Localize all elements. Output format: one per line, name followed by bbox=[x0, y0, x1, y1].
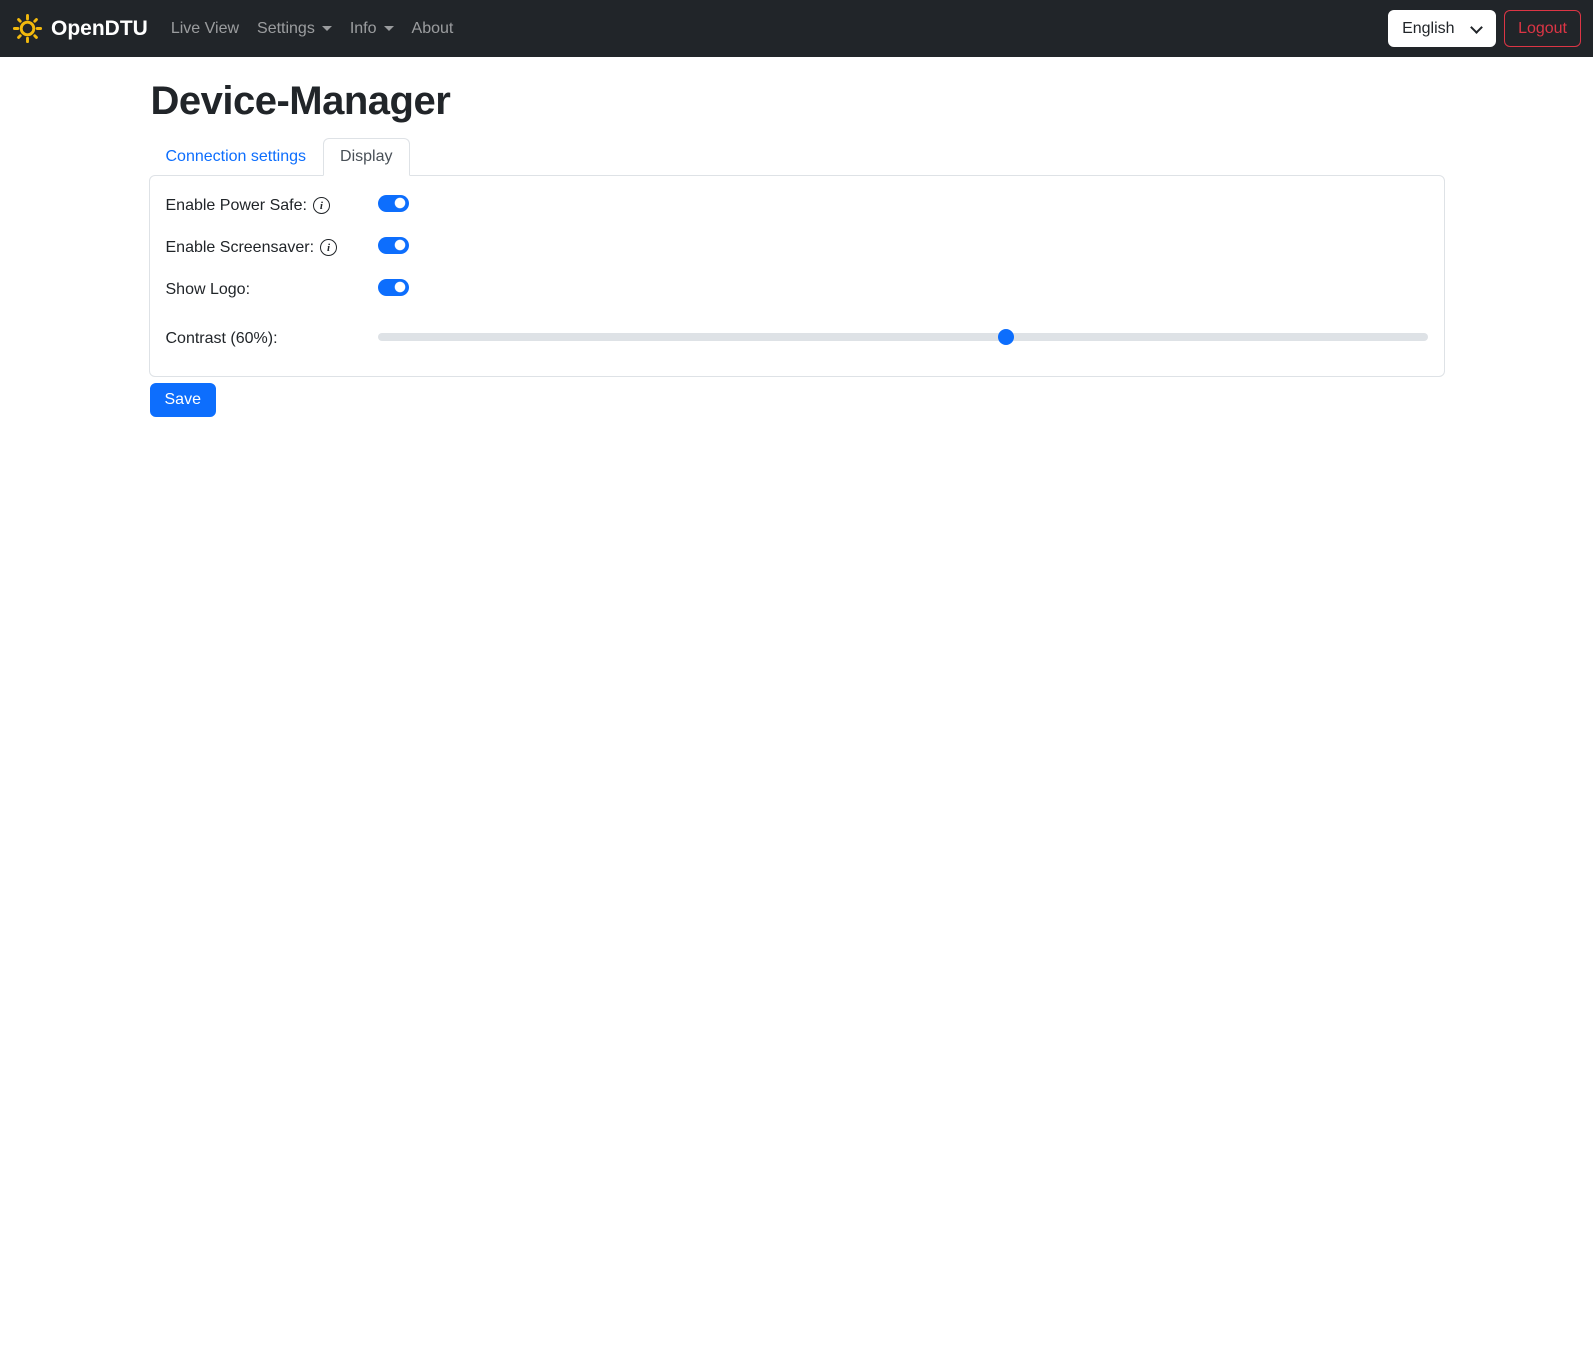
nav-item-settings[interactable]: Settings bbox=[248, 12, 341, 46]
page-title: Device-Manager bbox=[150, 79, 451, 123]
opendtu-sun-logo-icon bbox=[12, 13, 43, 44]
info-icon[interactable]: i bbox=[312, 197, 330, 214]
brand-label: OpenDTU bbox=[51, 16, 148, 40]
save-button[interactable]: Save bbox=[149, 383, 216, 417]
info-icon[interactable]: i bbox=[320, 239, 338, 256]
chevron-down-icon bbox=[383, 26, 394, 31]
form-row-screensaver: Enable Screensaver: i bbox=[166, 235, 1428, 260]
enable-screensaver-label: Enable Screensaver: bbox=[165, 238, 315, 256]
tab-bar: Connection settings Display bbox=[149, 138, 1445, 176]
form-row-show-logo: Show Logo: bbox=[166, 277, 1428, 302]
contrast-slider[interactable] bbox=[377, 328, 1428, 345]
tab-display[interactable]: Display bbox=[323, 138, 410, 176]
show-logo-label: Show Logo: bbox=[165, 280, 251, 298]
enable-screensaver-toggle[interactable] bbox=[377, 236, 409, 254]
form-row-contrast: Contrast (60%): bbox=[166, 319, 1428, 359]
display-settings-card: Enable Power Safe: i Enable Screensaver:… bbox=[148, 175, 1445, 377]
tab-connection-settings[interactable]: Connection settings bbox=[149, 138, 324, 176]
contrast-label: Contrast (60%): bbox=[165, 330, 278, 347]
enable-power-safe-toggle[interactable] bbox=[377, 194, 409, 212]
language-select[interactable]: English bbox=[1388, 10, 1497, 47]
navbar-right: English Logout bbox=[1388, 10, 1581, 47]
chevron-down-icon bbox=[321, 26, 332, 31]
brand-link[interactable]: OpenDTU bbox=[12, 9, 148, 48]
main-content: Device-Manager Connection settings Displ… bbox=[137, 57, 1457, 417]
nav-item-info[interactable]: Info bbox=[341, 12, 403, 46]
enable-power-safe-label: Enable Power Safe: bbox=[165, 196, 307, 214]
top-navbar: OpenDTU Live View Settings Info About En… bbox=[0, 0, 1593, 57]
form-row-power-safe: Enable Power Safe: i bbox=[166, 193, 1428, 218]
navbar-left: OpenDTU Live View Settings Info About bbox=[12, 9, 462, 48]
nav-item-live-view[interactable]: Live View bbox=[162, 12, 248, 46]
logout-button[interactable]: Logout bbox=[1504, 10, 1581, 47]
show-logo-toggle[interactable] bbox=[377, 278, 409, 296]
language-select-wrap: English bbox=[1388, 10, 1497, 47]
nav-item-about[interactable]: About bbox=[403, 12, 463, 46]
